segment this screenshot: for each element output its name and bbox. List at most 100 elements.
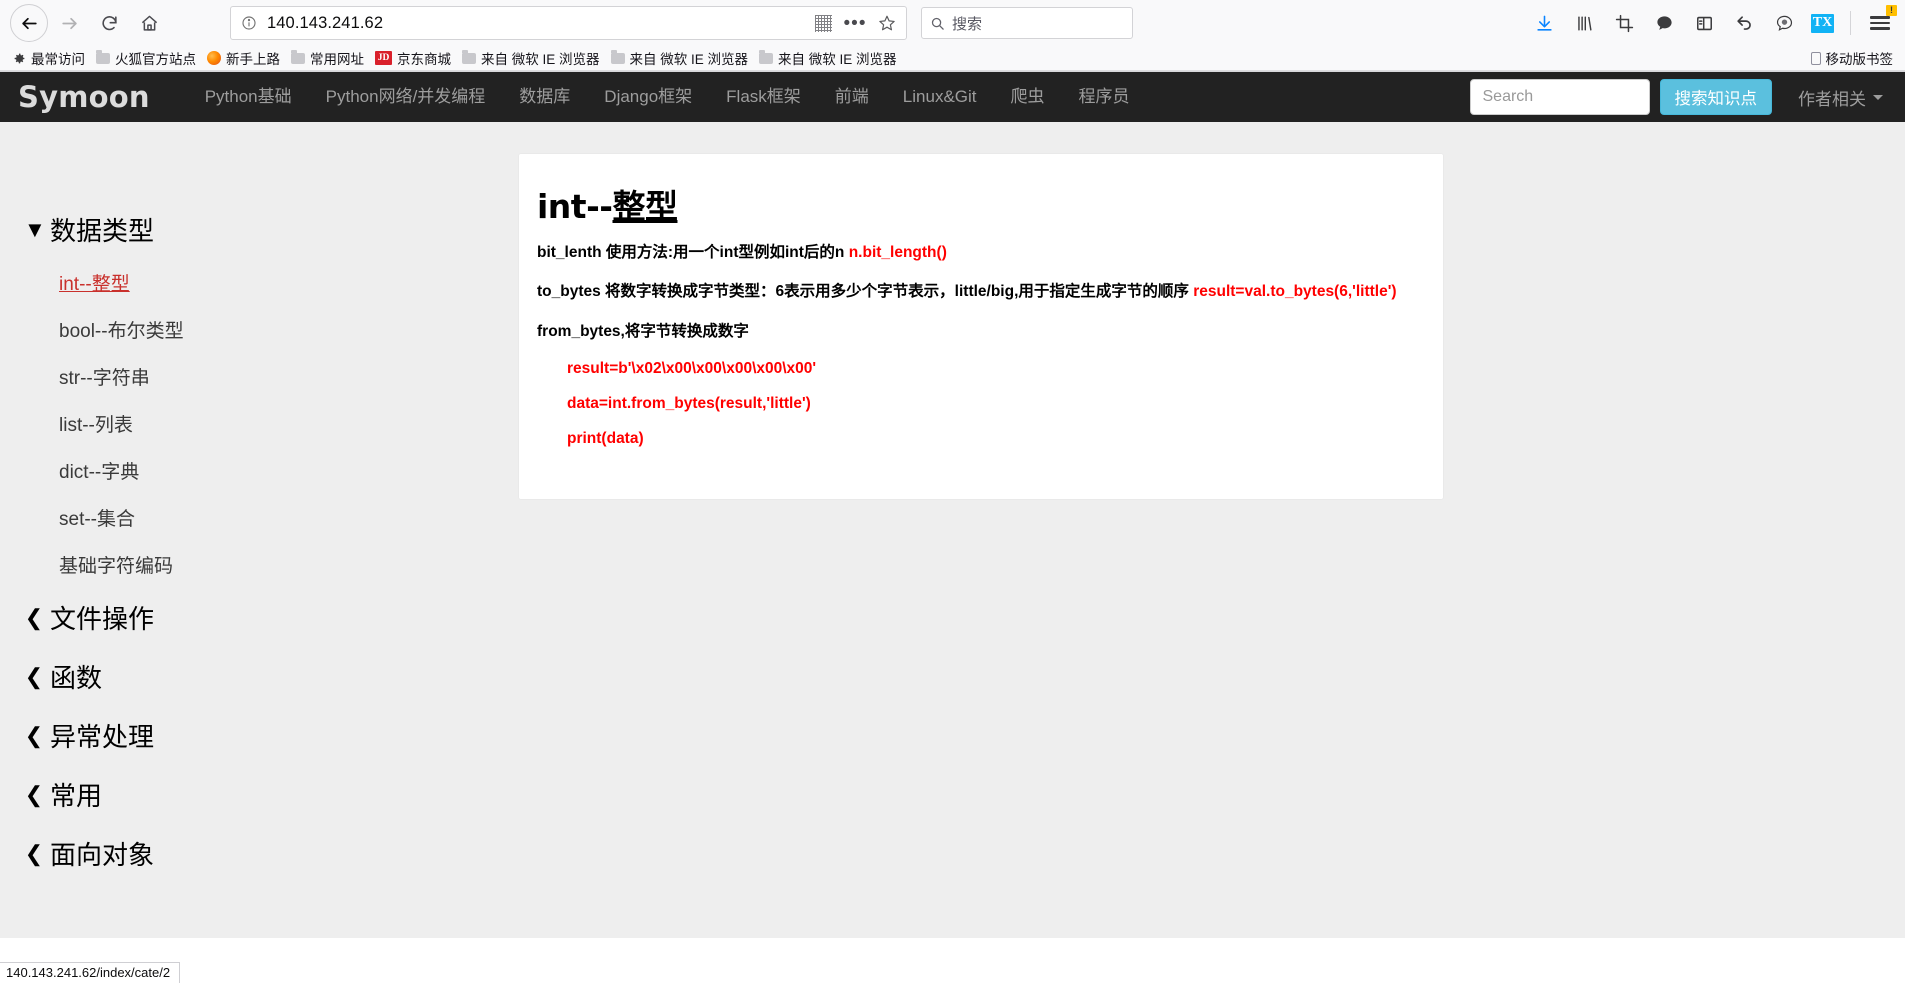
nav-link-programmer[interactable]: 程序员 <box>1062 72 1147 122</box>
address-bar-actions: ••• <box>812 12 898 34</box>
author-dropdown-label: 作者相关 <box>1798 89 1866 109</box>
reload-button[interactable] <box>90 4 128 42</box>
sidebar-group-exceptions: ❮ 异常处理 <box>24 706 519 765</box>
undo-icon[interactable] <box>1731 10 1757 36</box>
status-bar: 140.143.241.62/index/cate/2 <box>0 962 181 983</box>
forward-button[interactable] <box>50 4 88 42</box>
reload-icon <box>100 14 119 33</box>
sidebar-item-functions[interactable]: ❮ 函数 <box>24 647 519 706</box>
firefox-icon <box>207 51 221 65</box>
menu-alert-badge: ! <box>1886 5 1897 16</box>
browser-search-placeholder[interactable]: 搜索 <box>952 13 982 34</box>
sidebar-group-label: 函数 <box>50 663 103 693</box>
sidebar-item-charset[interactable]: 基础字符编码 <box>59 541 519 588</box>
sidebar-item-set[interactable]: set--集合 <box>59 494 519 541</box>
sidebar-item-exceptions[interactable]: ❮ 异常处理 <box>24 706 519 765</box>
bookmark-ie-imported-1[interactable]: 来自 微软 IE 浏览器 <box>458 46 607 70</box>
chevron-left-icon: ❮ <box>24 604 44 630</box>
bookmark-firefox-site[interactable]: 火狐官方站点 <box>92 46 203 70</box>
mobile-bookmarks-label: 移动版书签 <box>1825 52 1894 67</box>
chevron-left-icon: ❮ <box>24 840 44 866</box>
nav-link-django[interactable]: Django框架 <box>587 72 709 122</box>
page-title-plain: int-- <box>537 187 613 226</box>
sidebar-item-int[interactable]: int--整型 <box>59 259 519 306</box>
site-search-button[interactable]: 搜索知识点 <box>1659 79 1772 115</box>
jd-icon: JD <box>375 51 392 65</box>
sidebar-group-oop: ❮ 面向对象 <box>24 824 519 883</box>
bookmark-label: 京东商城 <box>397 52 451 67</box>
sidebar-item-data-types[interactable]: ▼ 数据类型 <box>24 200 519 259</box>
article-text: to_bytes 将数字转换成字节类型：6表示用多少个字节表示，little/b… <box>537 283 1189 301</box>
article-line-bit-length: bit_lenth 使用方法:用一个int型例如int后的n n.bit_len… <box>537 242 1413 264</box>
nav-link-database[interactable]: 数据库 <box>502 72 587 122</box>
browser-search-bar[interactable]: 搜索 <box>921 7 1133 39</box>
address-bar[interactable]: 140.143.241.62 ••• <box>230 6 907 40</box>
page-title-underlined: 整型 <box>612 187 678 226</box>
tx-extension-icon[interactable]: TX <box>1811 13 1834 33</box>
site-search-input[interactable] <box>1469 79 1650 115</box>
screenshot-icon[interactable] <box>1611 10 1637 36</box>
bookmark-jd[interactable]: JD 京东商城 <box>371 46 458 70</box>
back-button[interactable] <box>10 4 48 42</box>
arrow-right-icon <box>60 14 79 33</box>
code-line-data: data=int.from_bytes(result,'little') <box>567 395 811 413</box>
article-line-to-bytes: to_bytes 将数字转换成字节类型：6表示用多少个字节表示，little/b… <box>537 281 1413 303</box>
sidebar-item-list[interactable]: list--列表 <box>59 400 519 447</box>
sidebar-group-label: 面向对象 <box>50 840 155 870</box>
library-icon[interactable] <box>1571 10 1597 36</box>
app-menu-button[interactable]: ! <box>1867 5 1897 36</box>
nav-link-python-network[interactable]: Python网络/并发编程 <box>309 72 503 122</box>
inline-code: result=val.to_bytes(6,'little') <box>1193 283 1397 301</box>
author-dropdown[interactable]: 作者相关 <box>1798 85 1883 110</box>
chat-bubble-icon[interactable] <box>1651 10 1677 36</box>
bookmark-most-visited[interactable]: 最常访问 <box>8 46 92 70</box>
bookmark-ie-imported-2[interactable]: 来自 微软 IE 浏览器 <box>607 46 756 70</box>
sidebar-item-bool[interactable]: bool--布尔类型 <box>59 306 519 353</box>
sidebar-icon[interactable] <box>1691 10 1717 36</box>
nav-link-python-basics[interactable]: Python基础 <box>188 72 309 122</box>
arrow-left-icon <box>20 14 39 33</box>
toolbar-divider <box>1850 11 1851 35</box>
sidebar-item-common[interactable]: ❮ 常用 <box>24 765 519 824</box>
translate-icon[interactable] <box>1771 10 1797 36</box>
sidebar-sublist-data-types: int--整型 bool--布尔类型 str--字符串 list--列表 dic… <box>24 259 519 588</box>
sidebar-item-str[interactable]: str--字符串 <box>59 353 519 400</box>
ellipsis-icon[interactable]: ••• <box>844 12 866 34</box>
bookmark-common-sites[interactable]: 常用网址 <box>287 46 371 70</box>
star-icon[interactable] <box>876 12 898 34</box>
bookmark-label: 常用网址 <box>310 52 364 67</box>
sidebar-item-oop[interactable]: ❮ 面向对象 <box>24 824 519 883</box>
bookmark-ie-imported-3[interactable]: 来自 微软 IE 浏览器 <box>755 46 904 70</box>
hamburger-icon <box>1870 16 1890 30</box>
sidebar-group-label: 文件操作 <box>50 604 155 634</box>
nav-link-flask[interactable]: Flask框架 <box>709 72 818 122</box>
sidebar-item-file-ops[interactable]: ❮ 文件操作 <box>24 588 519 647</box>
bookmark-label: 来自 微软 IE 浏览器 <box>629 52 749 67</box>
folder-icon <box>291 49 305 64</box>
site-brand[interactable]: Symoon <box>18 80 150 114</box>
bookmarks-bar: 最常访问 火狐官方站点 新手上路 常用网址 JD 京东商城 来自 微软 IE 浏… <box>0 46 1905 71</box>
nav-link-spider[interactable]: 爬虫 <box>994 72 1062 122</box>
sidebar-group-file-ops: ❮ 文件操作 <box>24 588 519 647</box>
qr-code-icon[interactable] <box>812 12 834 34</box>
nav-link-linux-git[interactable]: Linux&Git <box>886 72 994 122</box>
info-circle-icon[interactable] <box>239 13 259 33</box>
mobile-device-icon <box>1810 51 1821 65</box>
nav-link-frontend[interactable]: 前端 <box>818 72 886 122</box>
bookmark-getting-started[interactable]: 新手上路 <box>203 46 287 70</box>
address-bar-text[interactable]: 140.143.241.62 <box>267 14 812 33</box>
search-icon <box>930 16 945 31</box>
sidebar-group-common: ❮ 常用 <box>24 765 519 824</box>
sidebar-group-data-types: ▼ 数据类型 int--整型 bool--布尔类型 str--字符串 list-… <box>24 200 519 588</box>
site-nav-links: Python基础 Python网络/并发编程 数据库 Django框架 Flas… <box>188 72 1147 122</box>
mobile-bookmarks-button[interactable]: 移动版书签 <box>1810 48 1898 68</box>
home-button[interactable] <box>130 4 168 42</box>
home-icon <box>140 14 159 33</box>
download-icon[interactable] <box>1531 10 1557 36</box>
sidebar-menu: ▼ 数据类型 int--整型 bool--布尔类型 str--字符串 list-… <box>0 122 519 938</box>
sidebar-item-dict[interactable]: dict--字典 <box>59 447 519 494</box>
sidebar-group-label: 数据类型 <box>50 216 155 246</box>
gear-icon <box>12 51 26 65</box>
chevron-left-icon: ❮ <box>24 663 44 689</box>
inline-code: n.bit_length() <box>848 244 947 261</box>
